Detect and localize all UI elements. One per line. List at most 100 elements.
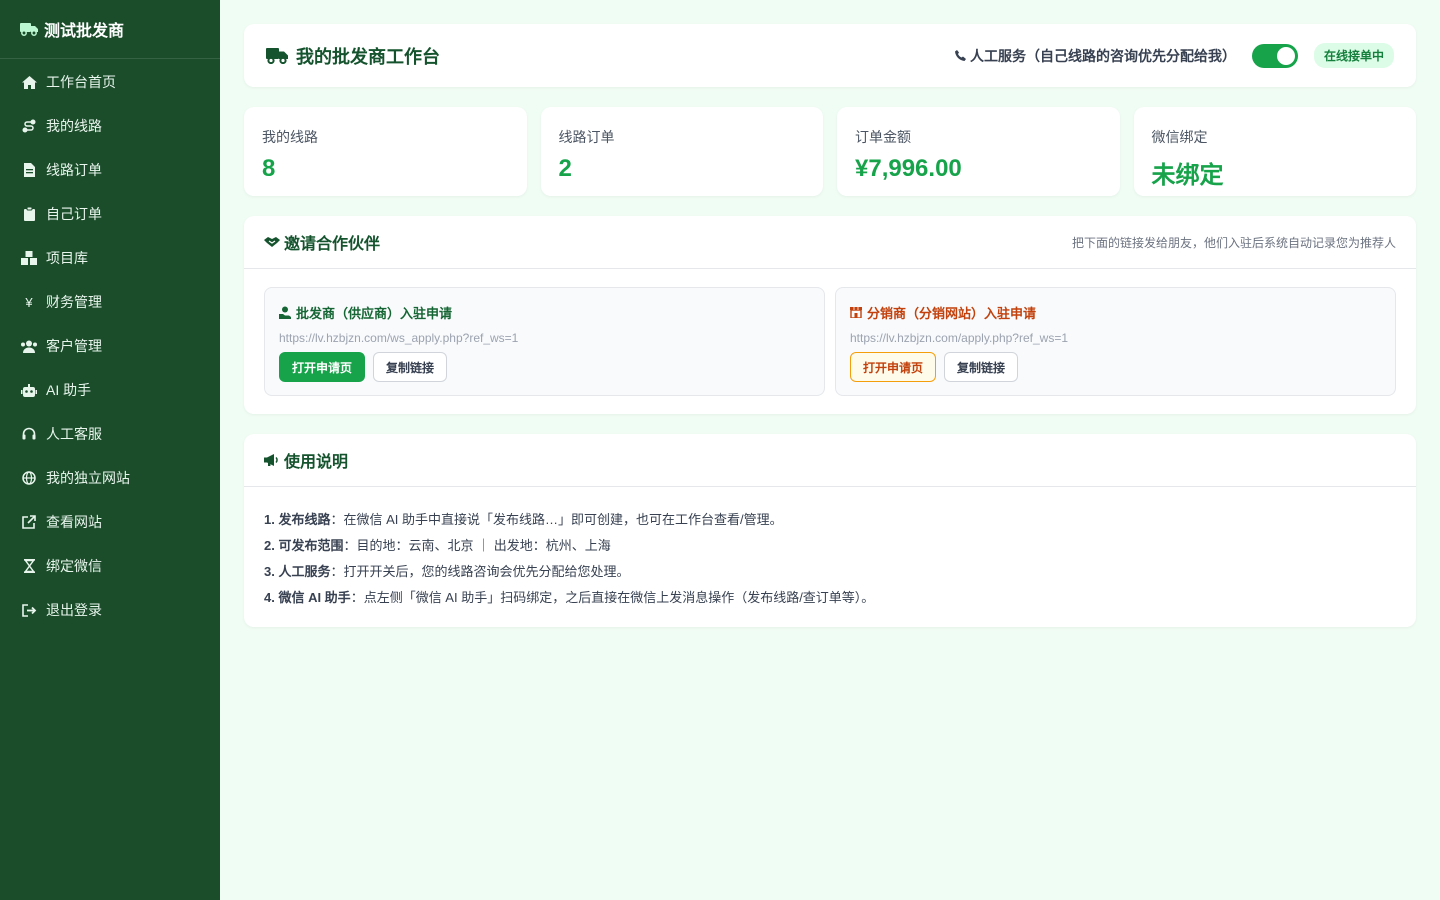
invite-card-title: 分销商（分销网站）入驻申请 — [850, 303, 1381, 322]
invite-card-title-text: 分销商（分销网站）入驻申请 — [867, 306, 1037, 321]
sidebar-item-customers[interactable]: 客户管理 — [0, 324, 220, 368]
stat-card-wechat-binding: 微信绑定 未绑定 — [1133, 107, 1416, 196]
store-icon — [850, 307, 862, 318]
open-wholesaler-apply-button[interactable]: 打开申请页 — [279, 352, 366, 382]
usage-line-text: ：点左侧「微信 AI 助手」扫码绑定，之后直接在微信上发消息操作（发布线路/查订… — [350, 590, 875, 605]
invite-card-title: 批发商（供应商）入驻申请 — [279, 303, 810, 322]
human-service-toggle[interactable] — [1251, 43, 1298, 68]
sidebar-item-own-orders[interactable]: 自己订单 — [0, 192, 220, 236]
invite-body: 批发商（供应商）入驻申请 https://lv.hzbjzn.com/ws_ap… — [244, 269, 1416, 414]
sidebar-item-ai-assistant[interactable]: AI 助手 — [0, 368, 220, 412]
stat-label: 微信绑定 — [1151, 129, 1208, 145]
page-title: 我的批发商工作台 — [266, 43, 440, 69]
service-label: 人工服务（自己线路的咨询优先分配给我） — [954, 46, 1236, 66]
external-link-icon — [20, 515, 38, 529]
sidebar-item-label: 财务管理 — [46, 294, 102, 310]
usage-line-head: 2. 可发布范围 — [264, 538, 344, 553]
hourglass-icon — [20, 559, 38, 573]
sidebar-item-view-website[interactable]: 查看网站 — [0, 500, 220, 544]
usage-line-head: 4. 微信 AI 助手 — [264, 590, 351, 605]
sidebar-item-route-orders[interactable]: 线路订单 — [0, 148, 220, 192]
file-icon — [20, 163, 38, 177]
sidebar-item-my-website[interactable]: 我的独立网站 — [0, 456, 220, 500]
sidebar-item-label: 项目库 — [46, 250, 88, 266]
sidebar-item-human-support[interactable]: 人工客服 — [0, 412, 220, 456]
stat-value: 未绑定 — [1151, 162, 1224, 189]
section-title: 邀请合作伙伴 — [264, 230, 380, 254]
invite-partners-section: 邀请合作伙伴 把下面的链接发给朋友，他们入驻后系统自动记录您为推荐人 批发商（供… — [244, 216, 1416, 414]
usage-line: 4. 微信 AI 助手：点左侧「微信 AI 助手」扫码绑定，之后直接在微信上发消… — [264, 585, 1396, 611]
sidebar-item-finance[interactable]: ¥ 财务管理 — [0, 280, 220, 324]
section-header: 邀请合作伙伴 把下面的链接发给朋友，他们入驻后系统自动记录您为推荐人 — [244, 216, 1416, 269]
invite-url: https://lv.hzbjzn.com/apply.php?ref_ws=1 — [850, 331, 1069, 345]
stats-row: 我的线路 8 线路订单 2 订单金额 ¥7,996.00 微信绑定 未绑定 — [244, 107, 1416, 196]
usage-line: 1. 发布线路：在微信 AI 助手中直接说「发布线路…」即可创建，也可在工作台查… — [264, 507, 1396, 533]
sidebar-item-label: 工作台首页 — [46, 74, 116, 90]
usage-line-text: ：在微信 AI 助手中直接说「发布线路…」即可创建，也可在工作台查看/管理。 — [330, 512, 783, 527]
sidebar-item-label: 我的独立网站 — [46, 470, 130, 486]
page-header: 我的批发商工作台 人工服务（自己线路的咨询优先分配给我） 在线接单中 — [244, 24, 1416, 87]
sidebar-item-label: AI 助手 — [46, 382, 92, 398]
sidebar: 测试批发商 工作台首页 我的线路 线路订单 自己订单 项目库 ¥ 财务管理 客户… — [0, 0, 220, 900]
globe-icon — [20, 471, 38, 485]
stat-label: 订单金额 — [855, 129, 911, 145]
megaphone-icon — [264, 454, 280, 466]
sidebar-item-label: 我的线路 — [46, 118, 102, 134]
sidebar-item-label: 绑定微信 — [46, 558, 102, 574]
usage-instructions-section: 使用说明 1. 发布线路：在微信 AI 助手中直接说「发布线路…」即可创建，也可… — [244, 434, 1416, 627]
copy-distributor-link-button[interactable]: 复制链接 — [944, 352, 1019, 382]
stat-card-route-orders: 线路订单 2 — [540, 107, 823, 196]
section-title: 使用说明 — [264, 448, 348, 472]
stat-value: ¥7,996.00 — [855, 155, 962, 182]
stat-value: 8 — [262, 155, 276, 182]
sidebar-item-label: 人工客服 — [46, 426, 102, 442]
sidebar-item-label: 客户管理 — [46, 338, 102, 354]
status-badge: 在线接单中 — [1313, 43, 1394, 68]
open-distributor-apply-button[interactable]: 打开申请页 — [850, 352, 937, 382]
toggle-knob — [1276, 46, 1295, 65]
stat-value: 2 — [558, 155, 572, 182]
page-title-text: 我的批发商工作台 — [296, 46, 440, 67]
main-content: 我的批发商工作台 人工服务（自己线路的咨询优先分配给我） 在线接单中 我的线路 … — [244, 24, 1416, 627]
headset-icon — [20, 427, 38, 441]
boxes-icon — [20, 251, 38, 265]
usage-body: 1. 发布线路：在微信 AI 助手中直接说「发布线路…」即可创建，也可在工作台查… — [244, 487, 1416, 627]
brand-name: 测试批发商 — [44, 23, 125, 40]
sidebar-item-home[interactable]: 工作台首页 — [0, 60, 220, 104]
stat-card-routes: 我的线路 8 — [244, 107, 527, 196]
usage-line-head: 3. 人工服务 — [264, 564, 331, 579]
copy-wholesaler-link-button[interactable]: 复制链接 — [373, 352, 448, 382]
stat-label: 我的线路 — [262, 129, 318, 145]
truck-icon — [266, 47, 288, 64]
clipboard-icon — [20, 207, 38, 221]
button-row: 打开申请页 复制链接 — [850, 352, 1381, 382]
users-icon — [20, 340, 38, 353]
sidebar-item-project-library[interactable]: 项目库 — [0, 236, 220, 280]
brand[interactable]: 测试批发商 — [0, 0, 220, 59]
invite-url: https://lv.hzbjzn.com/ws_apply.php?ref_w… — [279, 331, 519, 345]
section-title-text: 使用说明 — [284, 454, 349, 471]
handshake-icon — [264, 236, 280, 248]
usage-line-head: 1. 发布线路 — [264, 512, 331, 527]
usage-line: 2. 可发布范围：目的地：云南、北京 ｜ 出发地：杭州、上海 — [264, 533, 1396, 559]
truck-icon — [20, 22, 38, 36]
home-icon — [20, 75, 38, 89]
section-hint: 把下面的链接发给朋友，他们入驻后系统自动记录您为推荐人 — [1071, 235, 1396, 250]
sidebar-item-label: 自己订单 — [46, 206, 102, 222]
sidebar-nav: 工作台首页 我的线路 线路订单 自己订单 项目库 ¥ 财务管理 客户管理 AI — [0, 59, 220, 632]
button-row: 打开申请页 复制链接 — [279, 352, 810, 382]
sidebar-item-bind-wechat[interactable]: 绑定微信 — [0, 544, 220, 588]
service-label-text: 人工服务（自己线路的咨询优先分配给我） — [969, 47, 1236, 64]
stat-card-order-amount: 订单金额 ¥7,996.00 — [837, 107, 1120, 196]
section-header: 使用说明 — [244, 434, 1416, 487]
robot-icon — [20, 383, 38, 397]
logout-icon — [20, 603, 38, 617]
sidebar-item-label: 线路订单 — [46, 162, 102, 178]
header-controls: 人工服务（自己线路的咨询优先分配给我） 在线接单中 — [954, 43, 1394, 68]
sidebar-item-logout[interactable]: 退出登录 — [0, 588, 220, 632]
hand-holding-icon — [279, 306, 291, 319]
invite-card-title-text: 批发商（供应商）入驻申请 — [296, 306, 453, 321]
sidebar-item-my-routes[interactable]: 我的线路 — [0, 104, 220, 148]
wholesaler-invite-card: 批发商（供应商）入驻申请 https://lv.hzbjzn.com/ws_ap… — [264, 287, 825, 396]
route-icon — [20, 119, 38, 133]
